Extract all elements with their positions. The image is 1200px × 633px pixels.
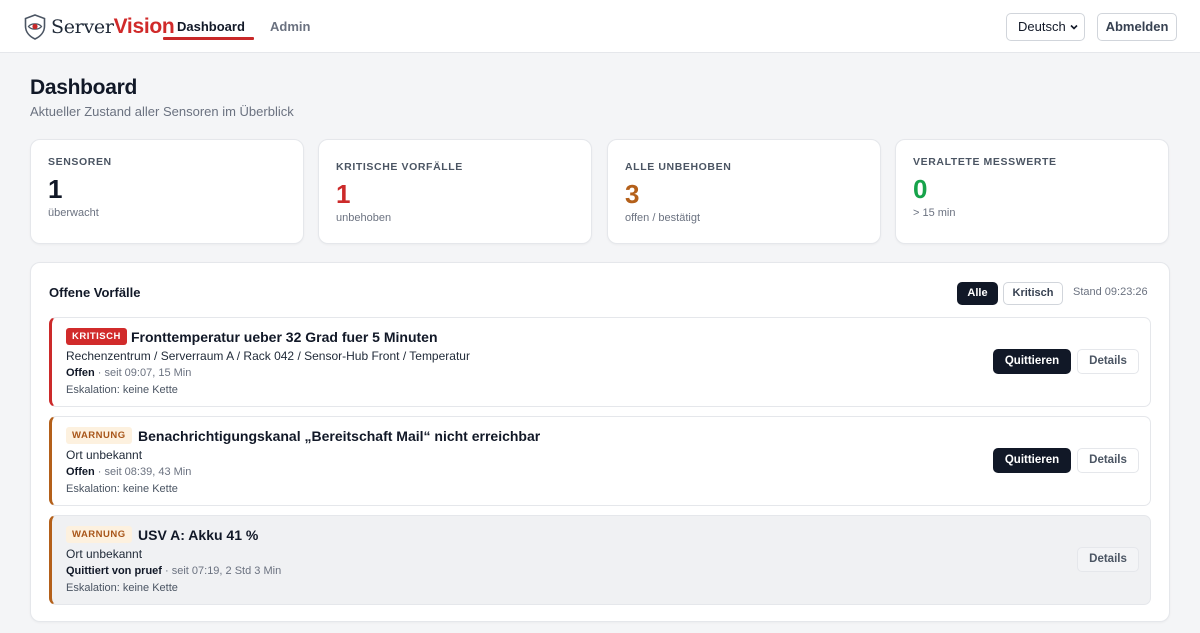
- stat-label: VERALTETE MESSWERTE: [913, 156, 1057, 168]
- filter-critical-button[interactable]: Kritisch: [1003, 282, 1063, 305]
- incident-since: · seit 09:07, 15 Min: [94, 367, 192, 379]
- incident-status: Offen · seit 09:07, 15 Min: [66, 367, 191, 379]
- stat-card-all-unresolved: ALLE UNBEHOBEN 3 offen / bestätigt: [607, 139, 881, 244]
- stat-card-sensors: SENSOREN 1 überwacht: [30, 139, 304, 244]
- tab-dashboard[interactable]: Dashboard: [177, 0, 245, 53]
- incident-location: Ort unbekannt: [66, 448, 143, 462]
- incident-location: Ort unbekannt: [66, 547, 143, 561]
- stat-sub: offen / bestätigt: [625, 212, 701, 224]
- incident-status: Quittiert von pruef · seit 07:19, 2 Std …: [66, 565, 281, 577]
- incident-title: Fronttemperatur ueber 32 Grad fuer 5 Min…: [131, 329, 438, 345]
- incident-location: Rechenzentrum / Serverraum A / Rack 042 …: [66, 349, 470, 363]
- logo-server-text: Server: [51, 16, 114, 38]
- stat-label: ALLE UNBEHOBEN: [625, 161, 732, 173]
- stat-label: KRITISCHE VORFÄLLE: [336, 161, 463, 173]
- incident-escalation: Eskalation: keine Kette: [66, 384, 178, 396]
- page-subtitle: Aktueller Zustand aller Sensoren im Über…: [30, 104, 294, 119]
- incident-row[interactable]: WARNUNG Benachrichtigungskanal „Bereitsc…: [49, 416, 1151, 506]
- incident-status-label: Offen: [66, 466, 95, 478]
- incident-title: USV A: Akku 41 %: [138, 527, 259, 543]
- active-tab-indicator: [163, 37, 254, 40]
- incident-status: Offen · seit 08:39, 43 Min: [66, 466, 191, 478]
- stat-label: SENSOREN: [48, 156, 112, 168]
- severity-badge: WARNUNG: [66, 427, 132, 444]
- language-select-value: Deutsch: [1018, 19, 1066, 34]
- filter-all-button[interactable]: Alle: [957, 282, 998, 305]
- stat-sub: unbehoben: [336, 212, 392, 224]
- stat-value: 3: [625, 179, 640, 209]
- incident-since: · seit 08:39, 43 Min: [94, 466, 192, 478]
- stat-card-stale-readings: VERALTETE MESSWERTE 0 > 15 min: [895, 139, 1169, 244]
- logout-button[interactable]: Abmelden: [1097, 13, 1177, 41]
- servervision-logo[interactable]: ServerVision: [24, 13, 175, 41]
- details-button[interactable]: Details: [1077, 547, 1139, 572]
- stat-value: 1: [336, 179, 351, 209]
- stat-card-critical-incidents: KRITISCHE VORFÄLLE 1 unbehoben: [318, 139, 592, 244]
- shield-eye-icon: [24, 14, 46, 40]
- incident-escalation: Eskalation: keine Kette: [66, 483, 178, 495]
- chevron-down-icon: [1070, 24, 1078, 30]
- incident-title: Benachrichtigungskanal „Bereitschaft Mai…: [138, 428, 541, 444]
- incident-since: · seit 07:19, 2 Std 3 Min: [161, 565, 282, 577]
- top-navigation-bar: ServerVision Dashboard Admin Deutsch Abm…: [0, 0, 1200, 53]
- last-updated-timestamp: Stand 09:23:26: [1073, 286, 1148, 298]
- details-button[interactable]: Details: [1077, 448, 1139, 473]
- incident-row[interactable]: KRITISCH Fronttemperatur ueber 32 Grad f…: [49, 317, 1151, 407]
- tab-admin[interactable]: Admin: [270, 0, 310, 53]
- language-select[interactable]: Deutsch: [1006, 13, 1085, 41]
- severity-badge: KRITISCH: [66, 328, 127, 345]
- logo-vision-text: Vision: [113, 15, 175, 38]
- incident-status-label: Offen: [66, 367, 95, 379]
- acknowledge-button[interactable]: Quittieren: [993, 349, 1071, 374]
- incident-row[interactable]: WARNUNG USV A: Akku 41 % Ort unbekannt Q…: [49, 515, 1151, 605]
- stat-value: 0: [913, 174, 928, 204]
- incident-escalation: Eskalation: keine Kette: [66, 582, 178, 594]
- panel-title: Offene Vorfälle: [49, 285, 141, 300]
- incident-status-label: Quittiert von pruef: [66, 565, 162, 577]
- page-title: Dashboard: [30, 76, 137, 99]
- stat-value: 1: [48, 174, 63, 204]
- stat-sub: > 15 min: [913, 207, 956, 219]
- open-incidents-panel: Offene Vorfälle Alle Kritisch Stand 09:2…: [30, 262, 1170, 622]
- severity-badge: WARNUNG: [66, 526, 132, 543]
- details-button[interactable]: Details: [1077, 349, 1139, 374]
- stat-sub: überwacht: [48, 207, 99, 219]
- logo-text: ServerVision: [51, 14, 175, 40]
- acknowledge-button[interactable]: Quittieren: [993, 448, 1071, 473]
